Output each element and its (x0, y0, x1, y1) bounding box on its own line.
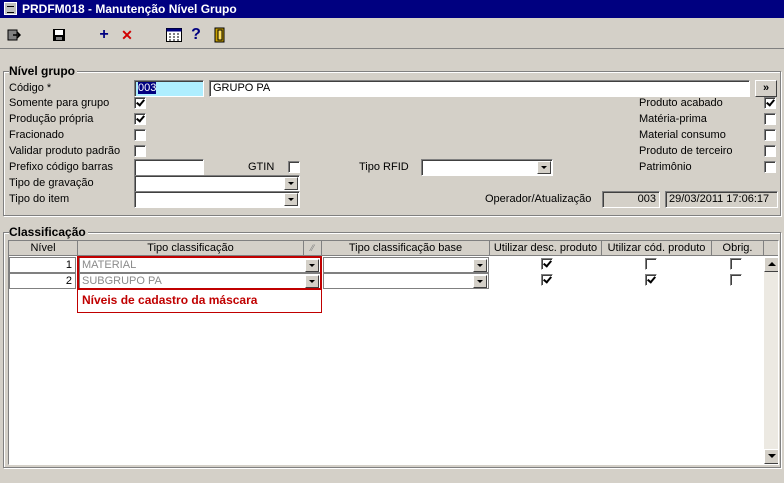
column-header-utilizar-cod-produto[interactable]: Utilizar cód. produto (602, 241, 712, 256)
column-header-spacer (764, 241, 778, 256)
row-2-utilizar-cod-checkbox[interactable] (645, 274, 657, 286)
codigo-value: 003 (138, 82, 157, 94)
door-icon[interactable] (210, 25, 230, 45)
fracionado-label: Fracionado (9, 129, 65, 141)
annotation-highlight-box (77, 256, 322, 290)
row-1-tipo-base[interactable] (323, 257, 489, 273)
row-2-nivel[interactable]: 2 (9, 273, 76, 289)
column-header-obrig[interactable]: Obrig. (712, 241, 764, 256)
tipo-rfid-dropdown-icon[interactable] (537, 161, 551, 174)
tipo-item-select[interactable] (134, 191, 300, 208)
column-header-nivel[interactable]: Nível (9, 241, 78, 256)
help-icon[interactable]: ? (186, 25, 206, 45)
scroll-up-icon[interactable] (764, 257, 778, 272)
producao-propria-checkbox[interactable] (134, 113, 146, 125)
operador-atualizacao-label: Operador/Atualização (485, 193, 592, 205)
exit-icon[interactable] (4, 25, 24, 45)
window-title: PRDFM018 - Manutenção Nível Grupo (22, 2, 237, 16)
material-consumo-label: Material consumo (639, 129, 726, 141)
delete-icon[interactable]: ✕ (117, 25, 137, 45)
nivel-grupo-title: Nível grupo (9, 64, 78, 78)
tipo-item-dropdown-icon[interactable] (284, 193, 298, 206)
materia-prima-checkbox[interactable] (764, 113, 776, 125)
prefixo-codigo-barras-field[interactable] (134, 159, 204, 176)
material-consumo-checkbox[interactable] (764, 129, 776, 141)
descricao-field[interactable]: GRUPO PA (209, 80, 750, 97)
row-1-utilizar-desc-checkbox[interactable] (541, 258, 553, 270)
annotation-label: Níveis de cadastro da máscara (77, 289, 322, 313)
codigo-field[interactable]: 003 (134, 80, 204, 97)
produto-acabado-checkbox[interactable] (764, 97, 776, 109)
tipo-rfid-label: Tipo RFID (359, 161, 409, 173)
classificacao-title: Classificação (9, 225, 88, 239)
title-bar: PRDFM018 - Manutenção Nível Grupo (0, 0, 784, 18)
row-2-obrig-checkbox[interactable] (730, 274, 742, 286)
patrimonio-label: Patrimônio (639, 161, 692, 173)
operador-field: 003 (602, 191, 660, 208)
row-1-obrig-checkbox[interactable] (730, 258, 742, 270)
column-header-tipo-classificacao-base[interactable]: Tipo classificação base (322, 241, 490, 256)
prefixo-codigo-barras-label: Prefixo código barras (9, 161, 113, 173)
row-2-tipo-base[interactable] (323, 273, 489, 289)
tipo-gravacao-label: Tipo de gravação (9, 177, 94, 189)
materia-prima-label: Matéria-prima (639, 113, 707, 125)
producao-propria-label: Produção própria (9, 113, 94, 125)
atualizacao-field: 29/03/2011 17:06:17 (665, 191, 778, 208)
gtin-checkbox[interactable] (288, 161, 300, 173)
produto-terceiro-checkbox[interactable] (764, 145, 776, 157)
column-header-utilizar-desc-produto[interactable]: Utilizar desc. produto (490, 241, 602, 256)
gtin-label: GTIN (248, 161, 275, 173)
sort-icon[interactable]: ⁄⁄ (304, 241, 322, 256)
row-1-nivel[interactable]: 1 (9, 257, 76, 273)
scroll-down-icon[interactable] (764, 449, 778, 464)
add-icon[interactable]: + (94, 25, 114, 45)
produto-terceiro-label: Produto de terceiro (639, 145, 733, 157)
tipo-gravacao-dropdown-icon[interactable] (284, 177, 298, 190)
calculator-icon[interactable] (164, 25, 184, 45)
validar-produto-padrao-checkbox[interactable] (134, 145, 146, 157)
row-1-utilizar-cod-checkbox[interactable] (645, 258, 657, 270)
validar-produto-padrao-label: Validar produto padrão (9, 145, 121, 157)
patrimonio-checkbox[interactable] (764, 161, 776, 173)
somente-para-grupo-checkbox[interactable] (134, 97, 146, 109)
grid-vertical-scrollbar[interactable] (764, 257, 778, 464)
toolbar: + ✕ ? (0, 21, 784, 49)
column-header-tipo-classificacao[interactable]: Tipo classificação (78, 241, 304, 256)
fracionado-checkbox[interactable] (134, 129, 146, 141)
tipo-item-label: Tipo do item (9, 193, 70, 205)
produto-acabado-label: Produto acabado (639, 97, 723, 109)
row-1-base-dropdown-icon[interactable] (473, 259, 487, 272)
somente-para-grupo-label: Somente para grupo (9, 97, 110, 109)
save-icon[interactable] (49, 25, 69, 45)
app-icon (4, 2, 17, 15)
row-2-base-dropdown-icon[interactable] (473, 275, 487, 288)
row-2-utilizar-desc-checkbox[interactable] (541, 274, 553, 286)
tipo-gravacao-select[interactable] (134, 175, 300, 192)
lookup-button[interactable]: » (755, 80, 777, 97)
codigo-label: Código * (9, 82, 52, 94)
tipo-rfid-select[interactable] (421, 159, 553, 176)
